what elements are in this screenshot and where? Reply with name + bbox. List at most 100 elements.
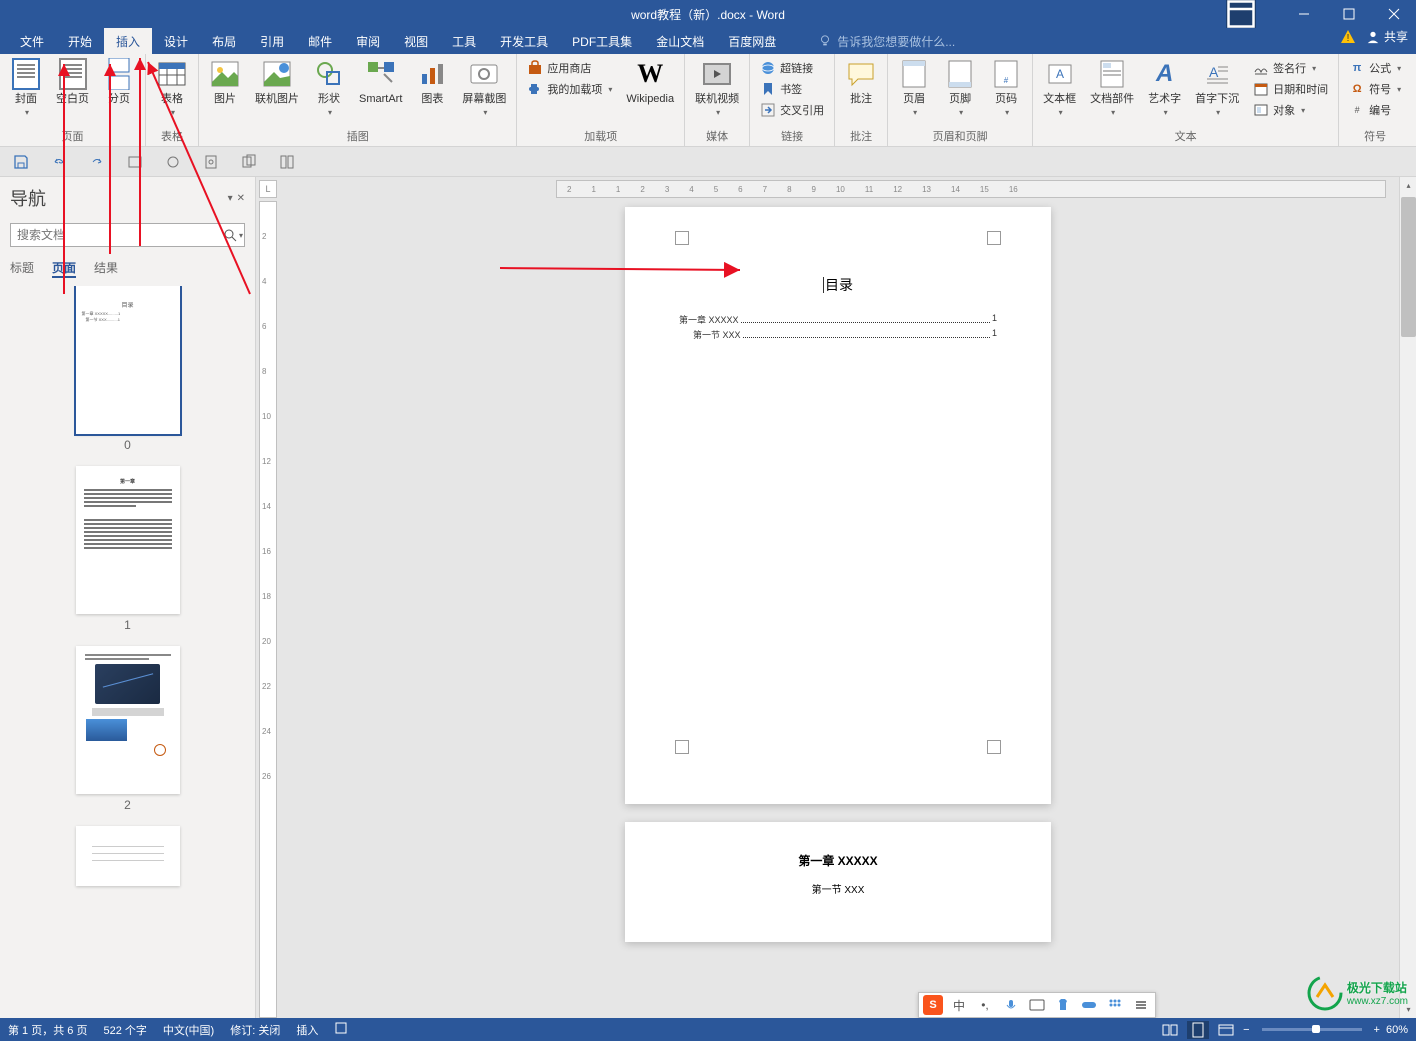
tab-results[interactable]: 结果	[94, 259, 118, 278]
scrollbar-thumb[interactable]	[1401, 197, 1416, 337]
menu-design[interactable]: 设计	[152, 28, 200, 54]
search-input[interactable]	[10, 223, 245, 247]
qa-btn-5[interactable]	[164, 153, 182, 171]
blank-page-button[interactable]: 空白页	[50, 56, 95, 108]
menu-layout[interactable]: 布局	[200, 28, 248, 54]
comment-button[interactable]: 批注	[839, 56, 883, 108]
screenshot-button[interactable]: 屏幕截图▾	[456, 56, 512, 121]
thumbnail-page-2[interactable]	[76, 646, 180, 794]
wordart-button[interactable]: A 艺术字▾	[1142, 56, 1187, 121]
close-button[interactable]	[1371, 0, 1416, 28]
ime-grid-icon[interactable]	[1105, 995, 1125, 1015]
save-button[interactable]	[12, 153, 30, 171]
horizontal-ruler[interactable]: 21 12 34 56 78 910 1112 1314 1516	[556, 180, 1386, 198]
dropcap-button[interactable]: A 首字下沉▾	[1189, 56, 1245, 121]
nav-close-button[interactable]: ✕	[237, 193, 245, 204]
menu-view[interactable]: 视图	[392, 28, 440, 54]
minimize-button[interactable]	[1281, 0, 1326, 28]
textbox-button[interactable]: A 文本框▾	[1037, 56, 1082, 121]
menu-pdf[interactable]: PDF工具集	[560, 28, 644, 54]
zoom-slider[interactable]	[1262, 1028, 1362, 1031]
tab-headings[interactable]: 标题	[10, 259, 34, 278]
myaddins-button[interactable]: 我的加载项 ▾	[523, 79, 616, 99]
maximize-button[interactable]	[1326, 0, 1371, 28]
tab-pages[interactable]: 页面	[52, 259, 76, 278]
hyperlink-button[interactable]: 超链接	[756, 58, 828, 78]
object-button[interactable]: 对象 ▾	[1249, 100, 1332, 120]
view-read-button[interactable]	[1159, 1021, 1181, 1039]
quickparts-button[interactable]: 文档部件▾	[1084, 56, 1140, 121]
table-button[interactable]: 表格▾	[150, 56, 194, 121]
number-button[interactable]: #编号	[1345, 100, 1405, 120]
warning-icon[interactable]: !	[1340, 29, 1356, 45]
status-macro-icon[interactable]	[334, 1021, 348, 1038]
status-lang[interactable]: 中文(中国)	[163, 1022, 214, 1038]
cover-page-button[interactable]: 封面▾	[4, 56, 48, 121]
crossref-button[interactable]: 交叉引用	[756, 100, 828, 120]
ime-gamepad-icon[interactable]	[1079, 995, 1099, 1015]
smartart-button[interactable]: SmartArt	[353, 56, 408, 108]
document-scroll[interactable]: 目录 第一章 XXXXX1 第一节 XXX1 第一章 XXXXX 第一节 XXX	[280, 201, 1396, 1018]
status-track[interactable]: 修订: 关闭	[230, 1022, 280, 1038]
sigline-button[interactable]: 签名行 ▾	[1249, 58, 1332, 78]
view-print-button[interactable]	[1187, 1021, 1209, 1039]
menu-mailings[interactable]: 邮件	[296, 28, 344, 54]
redo-button[interactable]	[88, 153, 106, 171]
picture-button[interactable]: 图片	[203, 56, 247, 108]
ime-tshirt-icon[interactable]	[1053, 995, 1073, 1015]
qa-btn-7[interactable]	[240, 153, 258, 171]
document-page-2[interactable]: 第一章 XXXXX 第一节 XXX	[625, 822, 1051, 942]
equation-button[interactable]: π公式 ▾	[1345, 58, 1405, 78]
datetime-button[interactable]: 日期和时间	[1249, 79, 1332, 99]
undo-button[interactable]	[50, 153, 68, 171]
menu-kingsoft[interactable]: 金山文档	[644, 28, 716, 54]
status-words[interactable]: 522 个字	[103, 1022, 146, 1038]
sogou-logo-icon[interactable]: S	[923, 995, 943, 1015]
wikipedia-button[interactable]: W Wikipedia	[620, 56, 680, 108]
symbol-button[interactable]: Ω符号 ▾	[1345, 79, 1405, 99]
qa-btn-4[interactable]	[126, 153, 144, 171]
zoom-percent[interactable]: 60%	[1386, 1024, 1408, 1036]
ruler-corner[interactable]: L	[259, 180, 277, 198]
ime-mode-button[interactable]: 中	[949, 995, 969, 1015]
menu-review[interactable]: 审阅	[344, 28, 392, 54]
thumbnail-page-0[interactable]: 目录 第一章 XXXXX.........1 第一节 XXX..........…	[76, 286, 180, 434]
online-picture-button[interactable]: 联机图片	[249, 56, 305, 108]
tell-me-search[interactable]: 告诉我您想要做什么...	[818, 28, 955, 54]
ime-settings-icon[interactable]	[1131, 995, 1151, 1015]
qa-btn-6[interactable]	[202, 153, 220, 171]
zoom-in-button[interactable]: +	[1374, 1024, 1380, 1036]
zoom-out-button[interactable]: −	[1243, 1024, 1249, 1036]
menu-references[interactable]: 引用	[248, 28, 296, 54]
vertical-ruler[interactable]: 2 4 6 8 10 12 14 16 18 20 22 24 26	[259, 201, 277, 1018]
header-button[interactable]: 页眉▾	[892, 56, 936, 121]
qa-btn-8[interactable]	[278, 153, 296, 171]
store-button[interactable]: 应用商店	[523, 58, 616, 78]
menu-tools[interactable]: 工具	[440, 28, 488, 54]
shapes-button[interactable]: 形状▾	[307, 56, 351, 121]
page-break-button[interactable]: 分页	[97, 56, 141, 108]
chart-button[interactable]: 图表	[410, 56, 454, 108]
nav-dropdown[interactable]: ▾	[228, 193, 233, 204]
vertical-scrollbar[interactable]: ▴ ▾	[1399, 177, 1416, 1018]
ime-toolbar[interactable]: S 中 •,	[918, 992, 1156, 1018]
pagenumber-button[interactable]: # 页码▾	[984, 56, 1028, 121]
ime-mic-icon[interactable]	[1001, 995, 1021, 1015]
menu-baidu[interactable]: 百度网盘	[716, 28, 788, 54]
search-button[interactable]: ▾	[223, 225, 243, 245]
ime-punct-button[interactable]: •,	[975, 995, 995, 1015]
status-page[interactable]: 第 1 页，共 6 页	[8, 1022, 87, 1038]
menu-developer[interactable]: 开发工具	[488, 28, 560, 54]
menu-insert[interactable]: 插入	[104, 28, 152, 54]
online-video-button[interactable]: 联机视频▾	[689, 56, 745, 121]
thumbnail-page-1[interactable]: 第一章	[76, 466, 180, 614]
document-page-1[interactable]: 目录 第一章 XXXXX1 第一节 XXX1	[625, 207, 1051, 804]
footer-button[interactable]: 页脚▾	[938, 56, 982, 121]
ime-keyboard-icon[interactable]	[1027, 995, 1047, 1015]
menu-home[interactable]: 开始	[56, 28, 104, 54]
bookmark-button[interactable]: 书签	[756, 79, 828, 99]
ribbon-display-options[interactable]	[1226, 0, 1256, 28]
share-button[interactable]: 共享	[1366, 28, 1408, 45]
view-web-button[interactable]	[1215, 1021, 1237, 1039]
status-mode[interactable]: 插入	[296, 1022, 318, 1038]
